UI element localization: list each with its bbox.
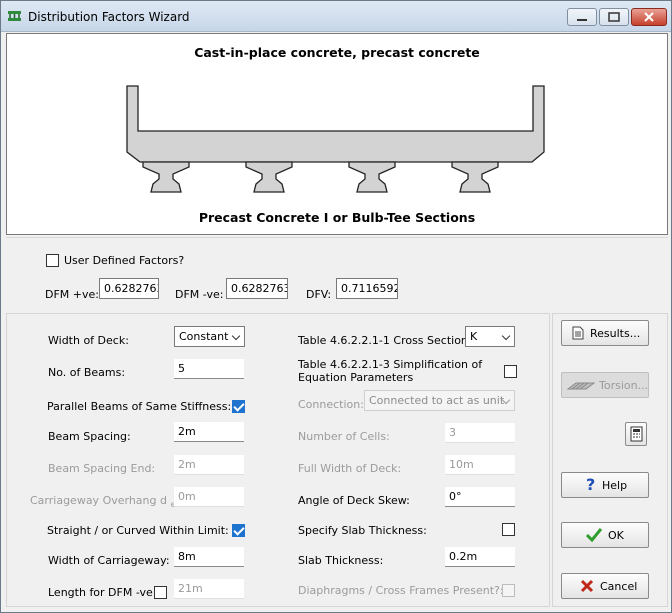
angle-skew-input[interactable]: 0° <box>445 486 515 507</box>
ok-label: OK <box>608 529 624 542</box>
calculator-icon <box>630 426 643 442</box>
calculator-button[interactable] <box>625 422 647 446</box>
chevron-down-icon <box>231 331 241 341</box>
beam-spacing-input[interactable]: 2m <box>174 421 244 442</box>
width-of-carriageway-input[interactable]: 8m <box>174 546 244 567</box>
diagram-bottom-caption: Precast Concrete I or Bulb-Tee Sections <box>198 210 476 225</box>
cross-section-select[interactable]: K <box>465 326 515 347</box>
maximize-icon <box>608 12 620 22</box>
cross-section-value: K <box>470 330 478 343</box>
carriageway-overhang-text: Carriageway Overhang d <box>30 494 167 507</box>
simplification-label-line1: Table 4.6.2.2.1-3 Simplification of <box>298 358 483 371</box>
full-width-label: Full Width of Deck: <box>298 462 402 475</box>
results-label: Results... <box>590 327 641 340</box>
dfv-label: DFV: <box>306 288 332 301</box>
length-dfm-neg-input[interactable]: 21m <box>174 578 244 599</box>
specify-slab-label: Specify Slab Thickness: <box>298 524 427 537</box>
dfm-neg-field[interactable]: 0.6282763 <box>226 278 288 299</box>
width-of-deck-label: Width of Deck: <box>48 334 129 347</box>
dfm-neg-label: DFM -ve: <box>175 288 224 301</box>
carriageway-overhang-input[interactable]: 0m <box>174 486 244 507</box>
cancel-button[interactable]: Cancel <box>561 573 649 599</box>
number-of-cells-label: Number of Cells: <box>298 430 390 443</box>
help-label: Help <box>602 479 628 492</box>
action-buttons-panel: Results... Torsion... ? Help OK Cancel <box>552 313 668 607</box>
maximize-button[interactable] <box>599 8 629 26</box>
parallel-beams-label: Parallel Beams of Same Stiffness: <box>47 400 232 413</box>
dfm-pos-label: DFM +ve: <box>45 288 99 301</box>
help-button[interactable]: ? Help <box>561 472 649 498</box>
cross-section-diagram: Cast-in-place concrete, precast concrete… <box>6 33 668 235</box>
width-of-carriageway-label: Width of Carriageway: <box>48 554 170 567</box>
angle-skew-label: Angle of Deck Skew: <box>298 494 410 507</box>
simplification-checkbox[interactable] <box>504 365 517 378</box>
close-icon <box>644 12 654 22</box>
straight-curved-label: Straight / or Curved Within Limit: <box>47 524 229 537</box>
carriageway-overhang-label: Carriageway Overhang d e: <box>30 494 179 509</box>
specify-slab-checkbox[interactable] <box>502 523 515 536</box>
beam-spacing-end-input[interactable]: 2m <box>174 454 244 475</box>
cancel-x-icon <box>580 579 594 593</box>
connection-value: Connected to act as unit <box>369 394 505 407</box>
parameters-panel: Width of Deck: Constant No. of Beams: 5 … <box>6 313 550 607</box>
length-dfm-neg-label: Length for DFM -ve: <box>48 586 157 599</box>
chevron-down-icon <box>501 331 511 341</box>
wizard-window: Distribution Factors Wizard Cast-in-plac… <box>0 0 672 613</box>
wizard-app-icon <box>8 11 21 21</box>
results-button[interactable]: Results... <box>561 320 649 346</box>
beam-spacing-label: Beam Spacing: <box>48 430 131 443</box>
connection-label: Connection: <box>298 398 364 411</box>
connection-select[interactable]: Connected to act as unit <box>364 390 515 411</box>
no-of-beams-input[interactable]: 5 <box>174 358 244 379</box>
slab-thickness-input[interactable]: 0.2m <box>445 546 515 567</box>
factors-panel: User Defined Factors? DFM +ve: 0.6282763… <box>6 237 668 311</box>
dfm-pos-field[interactable]: 0.6282763 <box>99 278 159 299</box>
minimize-icon <box>577 19 587 21</box>
straight-curved-checkbox[interactable] <box>232 524 245 537</box>
checkmark-icon <box>586 528 602 542</box>
length-dfm-neg-checkbox[interactable] <box>154 586 167 599</box>
width-of-deck-select[interactable]: Constant <box>174 326 245 347</box>
close-button[interactable] <box>631 8 667 26</box>
document-icon <box>572 326 584 340</box>
cross-section-label: Table 4.6.2.2.1-1 Cross Section: <box>298 334 472 347</box>
help-icon: ? <box>586 475 596 494</box>
diaphragms-label: Diaphragms / Cross Frames Present?: <box>298 584 504 597</box>
window-title: Distribution Factors Wizard <box>28 10 190 24</box>
beam-spacing-end-label: Beam Spacing End: <box>48 462 156 475</box>
torsion-beam-icon <box>566 382 596 390</box>
full-width-input[interactable]: 10m <box>445 454 515 475</box>
parallel-beams-checkbox[interactable] <box>232 400 245 413</box>
number-of-cells-input[interactable]: 3 <box>445 422 515 443</box>
user-defined-factors-label: User Defined Factors? <box>64 254 185 267</box>
user-defined-factors-checkbox[interactable] <box>46 254 59 267</box>
minimize-button[interactable] <box>567 8 597 26</box>
cancel-label: Cancel <box>600 580 638 593</box>
torsion-label: Torsion... <box>599 379 649 392</box>
slab-thickness-label: Slab Thickness: <box>298 554 384 567</box>
width-of-deck-value: Constant <box>179 330 229 343</box>
ok-button[interactable]: OK <box>561 522 649 548</box>
torsion-button[interactable]: Torsion... <box>561 372 649 398</box>
title-bar[interactable]: Distribution Factors Wizard <box>1 1 671 32</box>
simplification-label-line2: Equation Parameters <box>298 371 414 384</box>
bridge-cross-section-drawing <box>126 85 545 193</box>
dfv-field[interactable]: 0.7116592 <box>336 278 398 299</box>
diaphragms-checkbox[interactable] <box>502 584 515 597</box>
no-of-beams-label: No. of Beams: <box>48 366 126 379</box>
